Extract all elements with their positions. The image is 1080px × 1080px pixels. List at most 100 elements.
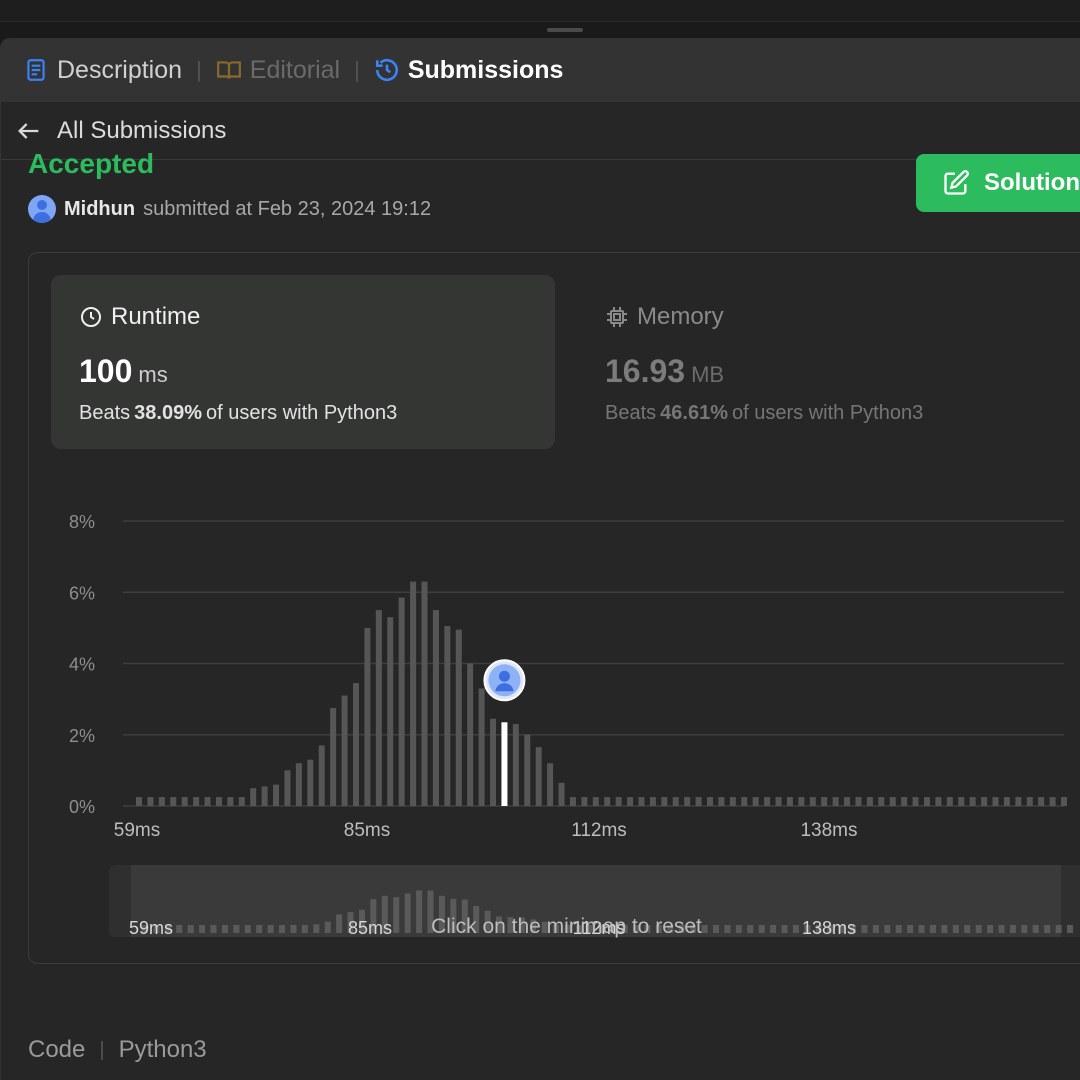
chart-bar <box>364 627 371 806</box>
chart-bar <box>227 797 234 806</box>
chart-bar <box>958 797 965 806</box>
tab-separator: | <box>354 57 360 82</box>
chart-bar <box>558 782 565 806</box>
performance-card: Runtime 100 ms Beats 38.09% of users with P… <box>28 252 1080 964</box>
chart-bar <box>238 797 245 806</box>
chart-bar <box>718 797 725 806</box>
all-submissions-link[interactable]: All Submissions <box>1 102 1080 160</box>
chart-bar <box>604 797 611 806</box>
chart-x-tick-label: 112ms <box>571 820 627 841</box>
chart-bar <box>764 797 771 806</box>
chart-bar <box>215 797 222 806</box>
chart-bar <box>444 626 451 806</box>
chart-bar <box>581 797 588 806</box>
runtime-distribution-chart[interactable]: 0%2%4%6%8%59ms 85ms 112ms 138ms59ms 85ms 112m… <box>29 253 1080 965</box>
chart-bar <box>1061 797 1068 806</box>
tab-editorial-label: Editorial <box>249 55 341 84</box>
chart-bar <box>855 797 862 806</box>
chart-bar <box>1003 797 1010 806</box>
solution-button-label: Solution <box>984 169 1080 196</box>
history-icon <box>375 58 398 82</box>
tab-bar: Description | Editorial | Submissions <box>1 38 1080 102</box>
tab-description-label: Description <box>57 55 183 84</box>
arrow-left-icon <box>18 122 39 139</box>
chart-bar <box>478 688 485 806</box>
chart-bar <box>569 797 576 806</box>
chart-bar <box>878 797 885 806</box>
chart-bar <box>387 617 394 806</box>
chart-bar <box>969 797 976 806</box>
chart-bar <box>535 747 542 806</box>
code-header: Code | Python3 <box>28 1036 207 1064</box>
chart-bar <box>775 797 782 806</box>
chart-bar <box>672 797 679 806</box>
solution-button[interactable]: Solution <box>916 154 1080 212</box>
chart-bar <box>821 797 828 806</box>
chart-bar <box>307 759 314 806</box>
chart-bar <box>729 797 736 806</box>
chart-bar <box>1038 797 1045 806</box>
book-icon <box>216 61 241 79</box>
chart-bar <box>341 695 348 806</box>
chart-bar <box>935 797 942 806</box>
chart-bar <box>809 797 816 806</box>
chart-bar <box>741 797 748 806</box>
chart-bar <box>992 797 999 806</box>
chart-bar <box>1026 797 1033 806</box>
chart-bar <box>524 734 531 806</box>
chart-bar <box>832 797 839 806</box>
chart-bar <box>901 797 908 806</box>
chart-bar <box>627 797 634 806</box>
tab-description[interactable]: Description <box>23 56 182 85</box>
edit-icon <box>944 170 969 195</box>
chart-bar <box>981 797 988 806</box>
tab-editorial[interactable]: Editorial <box>216 56 340 85</box>
chart-bar <box>661 797 668 806</box>
chart-bar <box>615 797 622 806</box>
chart-bar <box>923 797 930 806</box>
chart-bar <box>512 724 519 806</box>
back-label: All Submissions <box>57 116 227 144</box>
submission-status: Accepted <box>28 148 155 179</box>
chart-y-tick-label: 6% <box>69 583 95 603</box>
chart-bar <box>410 581 417 806</box>
chart-bar <box>1015 797 1022 806</box>
avatar[interactable] <box>28 195 56 223</box>
chart-bar <box>889 797 896 806</box>
chart-bar <box>204 797 211 806</box>
chart-bar <box>455 629 462 806</box>
chart-bar <box>866 797 873 806</box>
chart-y-tick-label: 8% <box>69 512 95 532</box>
chart-bar <box>318 745 325 806</box>
chart-bar <box>547 763 554 806</box>
chart-bar <box>1049 797 1056 806</box>
chart-x-tick-label: 138ms <box>800 820 857 841</box>
window-top-strip <box>0 0 1080 22</box>
username-link[interactable]: Midhun <box>64 198 135 221</box>
chart-bar <box>261 786 268 806</box>
chart-bar <box>158 797 165 806</box>
chart-y-tick-label: 0% <box>69 797 95 817</box>
chart-bar <box>946 797 953 806</box>
chart-bar <box>295 763 302 806</box>
chart-bar <box>638 797 645 806</box>
tab-submissions[interactable]: Submissions <box>374 55 564 85</box>
chart-bar <box>375 610 382 806</box>
tab-separator: | <box>196 57 202 82</box>
chart-bar <box>170 797 177 806</box>
chart-bar-highlight <box>501 722 508 806</box>
chart-bar <box>136 797 142 806</box>
chart-bar <box>649 797 656 806</box>
code-label: Code <box>28 1036 86 1063</box>
chart-bar <box>398 597 405 806</box>
panel-drag-handle[interactable] <box>547 28 583 32</box>
chart-bar <box>330 708 337 806</box>
submission-marker-head <box>498 670 510 682</box>
tab-submissions-label: Submissions <box>407 55 564 84</box>
chart-bar <box>250 788 257 806</box>
chart-bar <box>273 784 280 806</box>
code-language: Python3 <box>118 1036 207 1063</box>
submission-meta: Midhun submitted at Feb 23, 2024 19:12 <box>28 195 431 223</box>
chart-x-tick-label: 59ms <box>114 820 160 841</box>
chart-bar <box>844 797 851 806</box>
